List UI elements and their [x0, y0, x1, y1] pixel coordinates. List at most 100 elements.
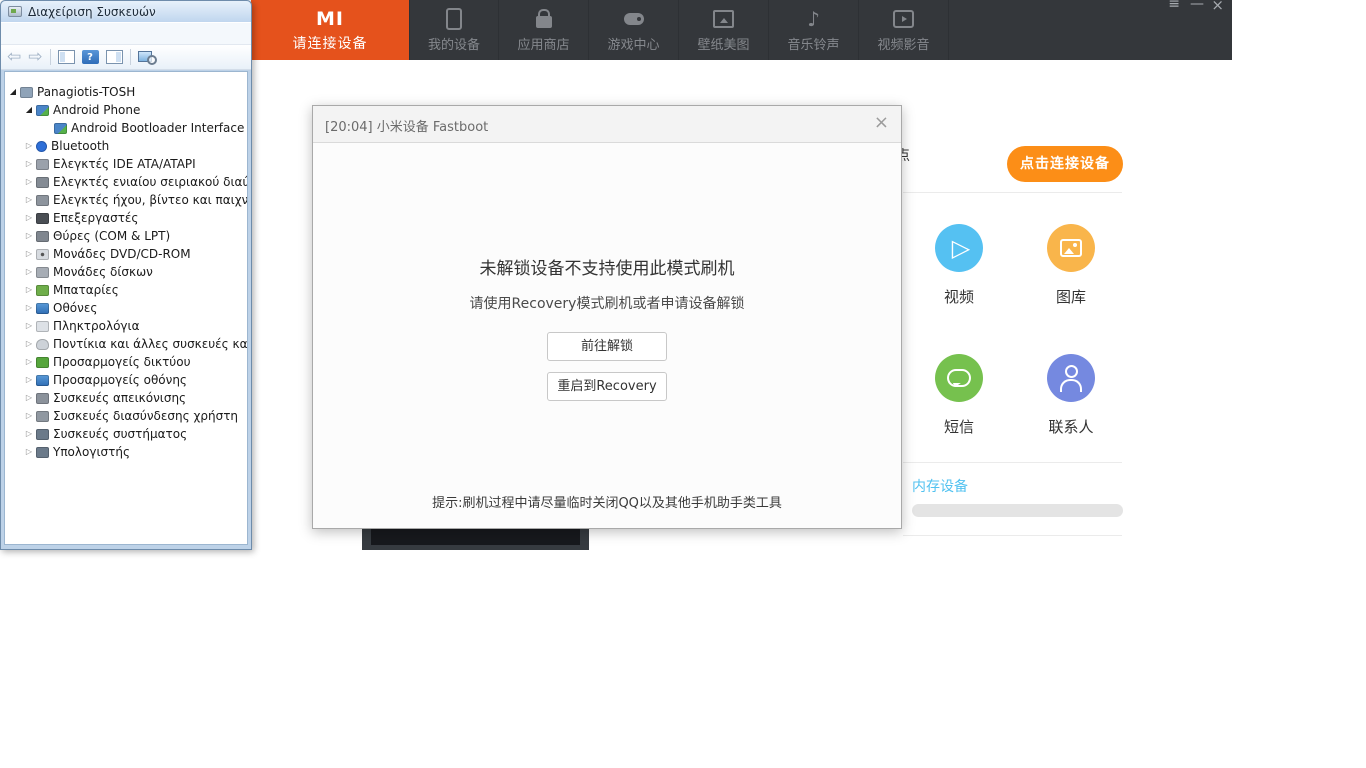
tree-item[interactable]: Bluetooth: [5, 137, 247, 155]
tree-expander-icon[interactable]: [23, 214, 35, 222]
shortcut-glyph-icon: [1060, 239, 1082, 257]
tree-item[interactable]: Μονάδες δίσκων: [5, 263, 247, 281]
shortcut-item[interactable]: 联系人: [1026, 354, 1116, 437]
scan-hardware-changes-icon[interactable]: [137, 50, 157, 65]
close-button[interactable]: ×: [1211, 0, 1224, 14]
help-icon[interactable]: ?: [81, 50, 99, 64]
tree-item[interactable]: Υπολογιστής: [5, 443, 247, 461]
tree-item[interactable]: Συσκευές διασύνδεσης χρήστη: [5, 407, 247, 425]
tree-item[interactable]: Οθόνες: [5, 299, 247, 317]
tree-expander-icon[interactable]: [23, 358, 35, 366]
tree-expander-icon[interactable]: [23, 106, 35, 114]
tree-expander-icon[interactable]: [23, 340, 35, 348]
menu-item[interactable]: [42, 32, 60, 36]
tree-item[interactable]: Ελεγκτές ήχου, βίντεο και παιχνιδιών: [5, 191, 247, 209]
nav-item[interactable]: 我的设备: [409, 0, 499, 60]
tree-item[interactable]: Προσαρμογείς δικτύου: [5, 353, 247, 371]
tree-item[interactable]: Συσκευές απεικόνισης: [5, 389, 247, 407]
shortcut-label: 图库: [1055, 288, 1086, 306]
tree-expander-icon[interactable]: [23, 196, 35, 204]
show-console-tree-icon[interactable]: [57, 50, 75, 64]
nav-item-label: 壁纸美图: [697, 38, 750, 53]
nav-item[interactable]: 视频影音: [859, 0, 949, 60]
device-category-icon: [36, 194, 49, 206]
menu-item[interactable]: [24, 32, 42, 36]
tree-expander-icon[interactable]: [7, 88, 19, 96]
tree-item-label: Πληκτρολόγια: [53, 319, 140, 333]
back-arrow-icon[interactable]: ⇦: [7, 48, 21, 66]
shortcut-item[interactable]: 视频: [914, 224, 1004, 307]
tree-item[interactable]: Ελεγκτές IDE ATA/ATAPI: [5, 155, 247, 173]
mi-navbar: MI 请连接设备 我的设备 应用商店 游戏中心 壁纸美图 音乐铃声: [251, 0, 1232, 60]
tree-expander-icon[interactable]: [23, 160, 35, 168]
device-manager-menubar: [1, 22, 251, 45]
tree-expander-icon[interactable]: [23, 394, 35, 402]
dialog-titlebar: [20:04] 小米设备 Fastboot ×: [313, 106, 901, 143]
tree-item[interactable]: Επεξεργαστές: [5, 209, 247, 227]
shortcut-item[interactable]: 图库: [1026, 224, 1116, 307]
nav-item-icon: [442, 8, 466, 30]
tree-expander-icon[interactable]: [23, 304, 35, 312]
menu-icon[interactable]: ≡: [1168, 0, 1180, 12]
tree-item-label: Ελεγκτές ήχου, βίντεο και παιχνιδιών: [53, 193, 247, 207]
shortcut-item[interactable]: 短信: [914, 354, 1004, 437]
device-category-icon: [36, 392, 49, 404]
shortcut-glyph-icon: [1058, 365, 1084, 392]
dialog-title: [20:04] 小米设备 Fastboot: [325, 120, 489, 135]
nav-item[interactable]: 壁纸美图: [679, 0, 769, 60]
tree-expander-icon[interactable]: [23, 448, 35, 456]
tree-expander-icon[interactable]: [23, 286, 35, 294]
device-manager-toolbar: ⇦ ⇨ ?: [1, 45, 251, 70]
go-unlock-button[interactable]: 前往解锁: [547, 332, 667, 361]
tree-item-label: Ελεγκτές ενιαίου σειριακού διαύλου: [53, 175, 247, 189]
toolbar-separator: [129, 49, 131, 65]
device-category-icon: [36, 284, 49, 296]
shortcut-icon: [935, 224, 983, 272]
tree-expander-icon[interactable]: [23, 376, 35, 384]
tab-connect-device[interactable]: MI 请连接设备: [251, 0, 409, 60]
tree-expander-icon[interactable]: [23, 232, 35, 240]
nav-item[interactable]: 应用商店: [499, 0, 589, 60]
device-category-icon: [36, 248, 49, 260]
tree-expander-icon[interactable]: [23, 142, 35, 150]
tree-expander-icon[interactable]: [23, 412, 35, 420]
device-category-icon: [36, 410, 49, 422]
tree-item[interactable]: Συσκευές συστήματος: [5, 425, 247, 443]
action-pane-icon[interactable]: [105, 50, 123, 64]
tree-item-label: Συσκευές απεικόνισης: [53, 391, 187, 405]
menu-item[interactable]: [60, 32, 78, 36]
menu-item[interactable]: [6, 32, 24, 36]
tree-item[interactable]: Android Bootloader Interface: [5, 119, 247, 137]
tree-item[interactable]: Μπαταρίες: [5, 281, 247, 299]
tree-expander-icon[interactable]: [23, 250, 35, 258]
device-category-icon: [36, 356, 49, 368]
tree-item[interactable]: Panagiotis-TOSH: [5, 83, 247, 101]
device-manager-titlebar: Διαχείριση Συσκευών: [1, 1, 251, 22]
tree-item[interactable]: Ελεγκτές ενιαίου σειριακού διαύλου: [5, 173, 247, 191]
nav-item[interactable]: 游戏中心: [589, 0, 679, 60]
tree-item[interactable]: Μονάδες DVD/CD-ROM: [5, 245, 247, 263]
shortcut-icon: [1047, 354, 1095, 402]
tree-expander-icon[interactable]: [23, 178, 35, 186]
tree-item[interactable]: Ποντίκια και άλλες συσκευές κατάδ: [5, 335, 247, 353]
tree-item[interactable]: Θύρες (COM & LPT): [5, 227, 247, 245]
tree-item[interactable]: Προσαρμογείς οθόνης: [5, 371, 247, 389]
tree-item-label: Android Phone: [53, 103, 141, 117]
nav-item[interactable]: 音乐铃声: [769, 0, 859, 60]
forward-arrow-icon[interactable]: ⇨: [28, 48, 42, 66]
tree-item[interactable]: Πληκτρολόγια: [5, 317, 247, 335]
dialog-close-icon[interactable]: ×: [874, 114, 889, 132]
reboot-to-recovery-button[interactable]: 重启到Recovery: [547, 372, 667, 401]
tree-item-label: Θύρες (COM & LPT): [53, 229, 171, 243]
device-category-icon: [36, 104, 49, 116]
divider: [903, 192, 1122, 193]
connect-device-button[interactable]: 点击连接设备: [1007, 146, 1123, 182]
tree-expander-icon[interactable]: [23, 322, 35, 330]
minimize-button[interactable]: —: [1190, 0, 1204, 12]
tree-item-label: Μπαταρίες: [53, 283, 119, 297]
tree-item[interactable]: Android Phone: [5, 101, 247, 119]
device-category-icon: [36, 374, 49, 386]
tree-expander-icon[interactable]: [23, 430, 35, 438]
tree-expander-icon[interactable]: [23, 268, 35, 276]
shortcut-glyph-icon: [947, 369, 971, 387]
